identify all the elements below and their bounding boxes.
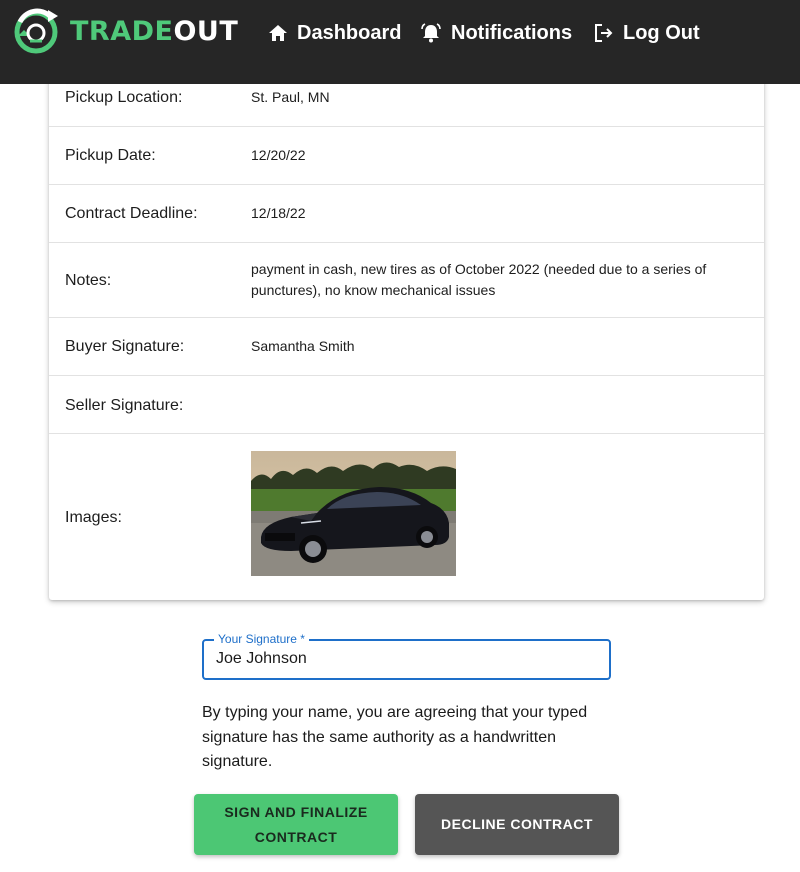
signature-disclaimer: By typing your name, you are agreeing th…	[202, 704, 588, 770]
contract-deadline-label: Contract Deadline:	[65, 205, 198, 222]
brand-name: TRADEOUT	[70, 16, 238, 47]
contract-row-buyer-signature: Buyer Signature: Samantha Smith	[49, 318, 764, 376]
home-icon	[269, 25, 287, 41]
pickup-location-label: Pickup Location:	[65, 89, 183, 106]
top-navigation-bar: TRADEOUT Dashboard Notifications Log Out	[0, 0, 800, 84]
nav-logout-label: Log Out	[623, 21, 700, 44]
seller-signature-label: Seller Signature:	[65, 397, 184, 414]
bell-icon	[421, 23, 441, 43]
tradeout-logo-icon	[14, 8, 58, 54]
buyer-signature-label: Buyer Signature:	[65, 338, 185, 355]
buyer-signature-value: Samantha Smith	[251, 338, 355, 354]
contract-row-images: Images:	[49, 434, 764, 600]
nav-notifications-link[interactable]: Notifications	[420, 20, 572, 46]
pickup-date-value: 12/20/22	[251, 147, 306, 163]
nav-logout-link[interactable]: Log Out	[594, 20, 700, 46]
nav-notifications-label: Notifications	[451, 21, 573, 44]
sign-and-finalize-button[interactable]: Sign and Finalize Contract	[194, 794, 398, 855]
brand-name-part1: TRADE	[70, 16, 174, 47]
brand-logo[interactable]: TRADEOUT	[10, 8, 238, 56]
logout-icon	[595, 24, 613, 42]
pickup-location-value: St. Paul, MN	[251, 89, 330, 105]
contract-row-seller-signature: Seller Signature:	[49, 376, 764, 434]
notes-value: payment in cash, new tires as of October…	[251, 261, 707, 298]
contract-row-pickup-date: Pickup Date: 12/20/22	[49, 127, 764, 185]
nav-dashboard-link[interactable]: Dashboard	[268, 20, 401, 46]
car-photo-thumbnail[interactable]	[251, 451, 456, 576]
pickup-date-label: Pickup Date:	[65, 147, 156, 164]
contract-details-card: Pickup Location: St. Paul, MN Pickup Dat…	[49, 70, 764, 600]
contract-row-notes: Notes: payment in cash, new tires as of …	[49, 243, 764, 318]
signature-field[interactable]: Your Signature *	[202, 632, 611, 680]
signature-input[interactable]	[216, 650, 596, 668]
signature-field-label: Your Signature *	[214, 632, 309, 646]
contract-deadline-value: 12/18/22	[251, 205, 306, 221]
nav-dashboard-label: Dashboard	[297, 21, 402, 44]
images-label: Images:	[65, 509, 122, 526]
contract-row-deadline: Contract Deadline: 12/18/22	[49, 185, 764, 243]
decline-contract-button[interactable]: Decline Contract	[415, 794, 619, 855]
notes-label: Notes:	[65, 272, 112, 289]
brand-name-part2: OUT	[173, 16, 239, 47]
